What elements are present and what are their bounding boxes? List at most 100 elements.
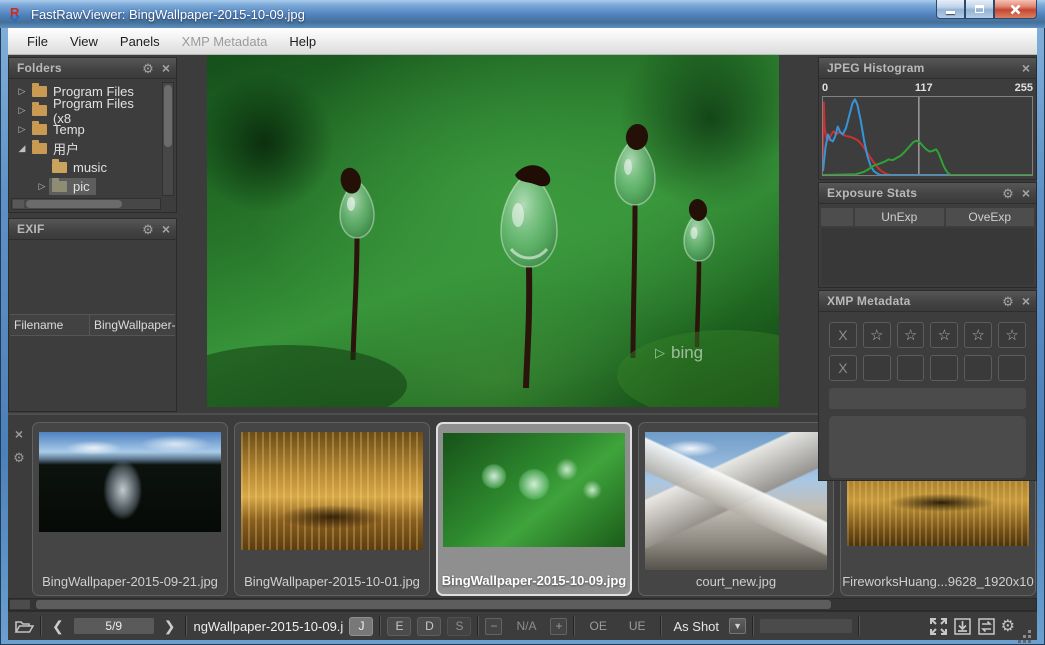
exposure-table-header: UnExpOveExp [821, 208, 1034, 226]
menu-item-file[interactable]: File [16, 30, 59, 53]
tree-item-program-files-x8[interactable]: ▷Program Files (x8 [11, 101, 161, 120]
tree-expander-icon[interactable]: ▷ [15, 124, 29, 135]
menu-item-help[interactable]: Help [278, 30, 327, 53]
folders-hscroll-thumb[interactable] [26, 200, 122, 208]
close-button[interactable] [994, 0, 1037, 19]
open-folder-button[interactable] [14, 619, 34, 634]
jpeg-mode-button[interactable]: J [349, 617, 373, 636]
folders-horizontal-scrollbar[interactable] [11, 198, 161, 210]
xmp-title-input[interactable] [829, 388, 1026, 409]
minimize-button[interactable] [936, 0, 965, 19]
thumbnail-BingWallpaper-2015-10-01-jpg[interactable]: BingWallpaper-2015-10-01.jpg [234, 422, 430, 596]
thumbnail-image [241, 432, 423, 550]
folders-panel: Folders ⚙ × ▷Program Files▷Program Files… [8, 57, 177, 213]
color-label-clear-button[interactable]: X [829, 355, 857, 381]
folders-vscroll-thumb[interactable] [164, 85, 172, 147]
axis-tick-255: 255 [1015, 82, 1033, 94]
tree-item-用户[interactable]: ◢用户 [11, 139, 161, 158]
color-label-4-button[interactable] [964, 355, 992, 381]
image-position-slider[interactable]: 5/9 [74, 618, 154, 634]
color-label-5-button[interactable] [998, 355, 1026, 381]
exif-panel-header[interactable]: EXIF ⚙ × [9, 219, 176, 240]
xmp-description-textarea[interactable] [829, 416, 1026, 478]
histogram-close-icon[interactable]: × [1022, 61, 1030, 75]
filename-field[interactable]: ngWallpaper-2015-10-09.jp [193, 619, 343, 634]
exposure-panel-header[interactable]: Exposure Stats ⚙ × [819, 183, 1036, 204]
tree-item-content: pic [49, 178, 96, 195]
bottom-toolbar: ❮ 5/9 ❯ ngWallpaper-2015-10-09.jp J E D … [8, 611, 1037, 640]
image-viewer[interactable]: ▷ bing [207, 55, 779, 407]
menu-bar: FileViewPanelsXMP MetadataHelp [8, 28, 1037, 55]
tree-expander-icon[interactable]: ▷ [15, 105, 29, 116]
filmstrip-scrollbar[interactable] [8, 598, 1037, 611]
white-balance-dropdown[interactable]: ▼ [729, 618, 746, 634]
folders-panel-header[interactable]: Folders ⚙ × [9, 58, 176, 79]
download-button[interactable] [953, 617, 972, 636]
exposure-table-body [821, 228, 1034, 285]
rating-decrease-button[interactable]: − [485, 618, 502, 635]
fullscreen-button[interactable] [929, 617, 948, 636]
exposure-corner-cell [821, 208, 853, 226]
color-label-2-button[interactable] [897, 355, 925, 381]
thumbnail-BingWallpaper-2015-10-09-jpg[interactable]: BingWallpaper-2015-10-09.jpg [436, 422, 632, 596]
xmp-close-icon[interactable]: × [1022, 294, 1030, 308]
maximize-button[interactable] [965, 0, 994, 19]
rating-star-2-button[interactable]: ☆ [897, 322, 925, 348]
rating-clear-button[interactable]: X [829, 322, 857, 348]
next-image-button[interactable]: ❯ [160, 618, 180, 635]
image-position-label: 5/9 [105, 619, 122, 633]
rating-star-5-button[interactable]: ☆ [998, 322, 1026, 348]
rating-star-4-button[interactable]: ☆ [964, 322, 992, 348]
histogram-axis-labels: 0 117 255 [822, 82, 1033, 96]
filmstrip-close-icon[interactable]: × [15, 427, 23, 441]
transfer-button[interactable] [977, 617, 996, 636]
filmstrip-settings-gear-icon[interactable]: ⚙ [13, 451, 25, 464]
exposure-button[interactable]: E [387, 617, 411, 636]
rating-star-1-button[interactable]: ☆ [863, 322, 891, 348]
xmp-settings-gear-icon[interactable]: ⚙ [1002, 295, 1014, 308]
folder-icon [32, 124, 47, 135]
xmp-panel-title: XMP Metadata [827, 294, 911, 308]
tree-item-music[interactable]: music [11, 158, 161, 177]
color-label-3-button[interactable] [930, 355, 958, 381]
folders-vertical-scrollbar[interactable] [162, 82, 174, 196]
previous-image-button[interactable]: ❮ [48, 618, 68, 635]
thumbnail-court_new-jpg[interactable]: court_new.jpg [638, 422, 834, 596]
exposure-column-oveexp: OveExp [946, 208, 1035, 226]
tree-item-pic[interactable]: ▷pic [11, 177, 161, 196]
rating-star-3-button[interactable]: ☆ [930, 322, 958, 348]
xmp-panel-header[interactable]: XMP Metadata ⚙ × [819, 291, 1036, 312]
settings-gear-button[interactable]: ⚙ [1001, 616, 1015, 636]
exposure-close-icon[interactable]: × [1022, 186, 1030, 200]
menu-item-panels[interactable]: Panels [109, 30, 171, 53]
minimize-icon [946, 11, 955, 14]
toolbar-separator [185, 616, 187, 636]
histogram-curve-blue [823, 99, 1032, 175]
rating-increase-button[interactable]: + [550, 618, 567, 635]
exif-close-icon[interactable]: × [162, 222, 170, 236]
color-label-1-button[interactable] [863, 355, 891, 381]
thumbnail-BingWallpaper-2015-09-21-jpg[interactable]: BingWallpaper-2015-09-21.jpg [32, 422, 228, 596]
resize-grip[interactable] [1028, 630, 1031, 633]
xmp-rating-row: X☆☆☆☆☆ [829, 322, 1026, 348]
tree-expander-icon[interactable]: ▷ [15, 86, 29, 97]
tree-expander-icon[interactable]: ▷ [35, 181, 49, 192]
exposure-settings-gear-icon[interactable]: ⚙ [1002, 187, 1014, 200]
menu-item-view[interactable]: View [59, 30, 109, 53]
fullscreen-icon [929, 617, 948, 636]
bing-watermark-text: bing [671, 343, 703, 363]
tree-item-content: Temp [29, 121, 91, 138]
tree-expander-icon[interactable]: ◢ [15, 143, 29, 154]
overexposure-toggle[interactable]: OE [581, 619, 614, 633]
filmstrip-scroll-thumb[interactable] [36, 600, 831, 609]
folder-tree: ▷Program Files▷Program Files (x8▷Temp◢用户… [11, 82, 161, 196]
histogram-panel-header[interactable]: JPEG Histogram × [819, 58, 1036, 79]
shadows-button[interactable]: S [447, 617, 471, 636]
toolbar-separator [660, 616, 662, 636]
underexposure-toggle[interactable]: UE [621, 619, 654, 633]
details-button[interactable]: D [417, 617, 441, 636]
folders-close-icon[interactable]: × [162, 61, 170, 75]
title-bar[interactable]: R FastRawViewer: BingWallpaper-2015-10-0… [0, 0, 1045, 28]
exif-settings-gear-icon[interactable]: ⚙ [142, 223, 154, 236]
folders-settings-gear-icon[interactable]: ⚙ [142, 62, 154, 75]
